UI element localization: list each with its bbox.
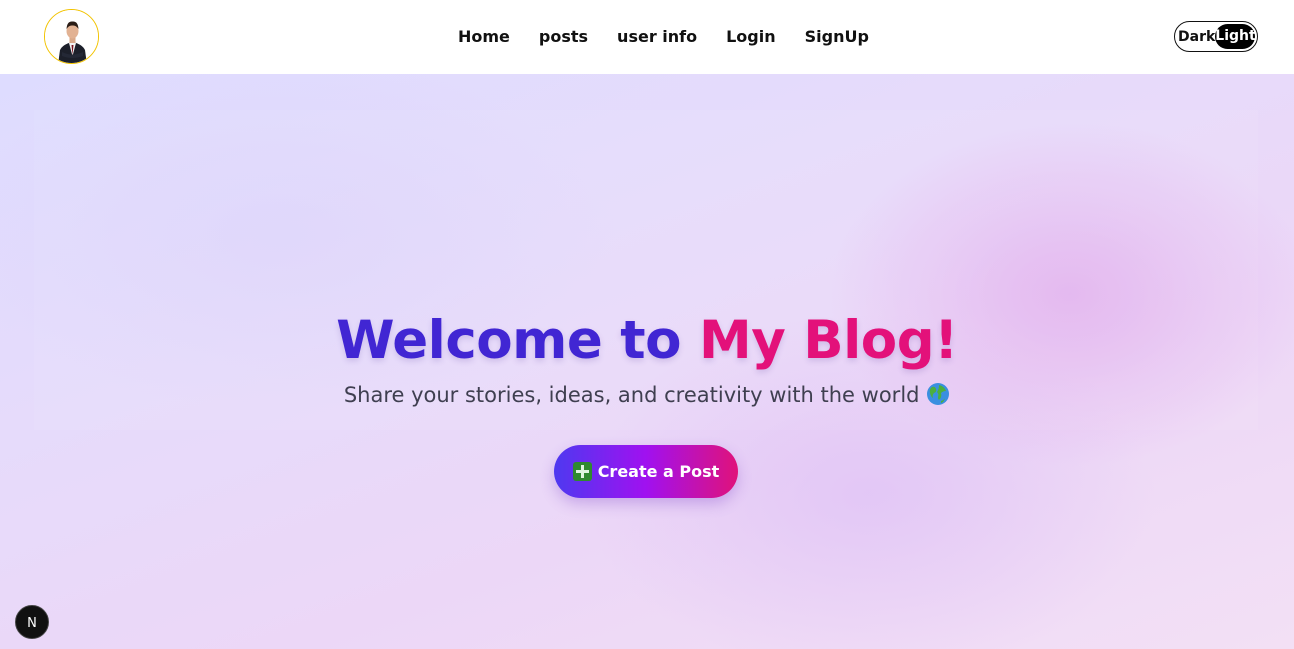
nav-link-posts[interactable]: posts	[539, 27, 588, 47]
theme-toggle-dark-option[interactable]: Dark	[1178, 29, 1215, 45]
nextjs-logo-letter: N	[27, 616, 37, 631]
nav-link-home[interactable]: Home	[458, 27, 510, 47]
create-post-button[interactable]: Create a Post	[554, 445, 738, 498]
nextjs-logo-icon: N	[27, 616, 37, 631]
hero-subtitle-text: Share your stories, ideas, and creativit…	[343, 383, 920, 407]
plus-icon	[572, 462, 592, 481]
hero-subtitle: Share your stories, ideas, and creativit…	[0, 381, 1294, 409]
theme-toggle[interactable]: Dark Light	[1174, 21, 1258, 52]
nav-link-signup[interactable]: SignUp	[805, 27, 869, 47]
hero-section: Welcome to My Blog! Share your stories, …	[0, 74, 1294, 649]
nav-link-user-info[interactable]: user info	[617, 27, 697, 47]
nav-links: Home posts user info Login SignUp	[458, 27, 869, 47]
hero-title: Welcome to My Blog!	[0, 312, 1294, 370]
businessman-avatar-icon	[45, 10, 98, 63]
nav-link-login[interactable]: Login	[726, 27, 776, 47]
create-post-label: Create a Post	[597, 462, 720, 481]
theme-toggle-light-option[interactable]: Light	[1215, 24, 1256, 49]
top-navbar: Home posts user info Login SignUp Dark L…	[0, 0, 1294, 74]
hero-title-part2: My Blog!	[699, 310, 958, 371]
hero-title-part1: Welcome to	[336, 310, 682, 371]
globe-icon	[927, 383, 950, 405]
nextjs-dev-badge[interactable]: N	[15, 605, 49, 639]
profile-avatar[interactable]	[44, 9, 99, 64]
